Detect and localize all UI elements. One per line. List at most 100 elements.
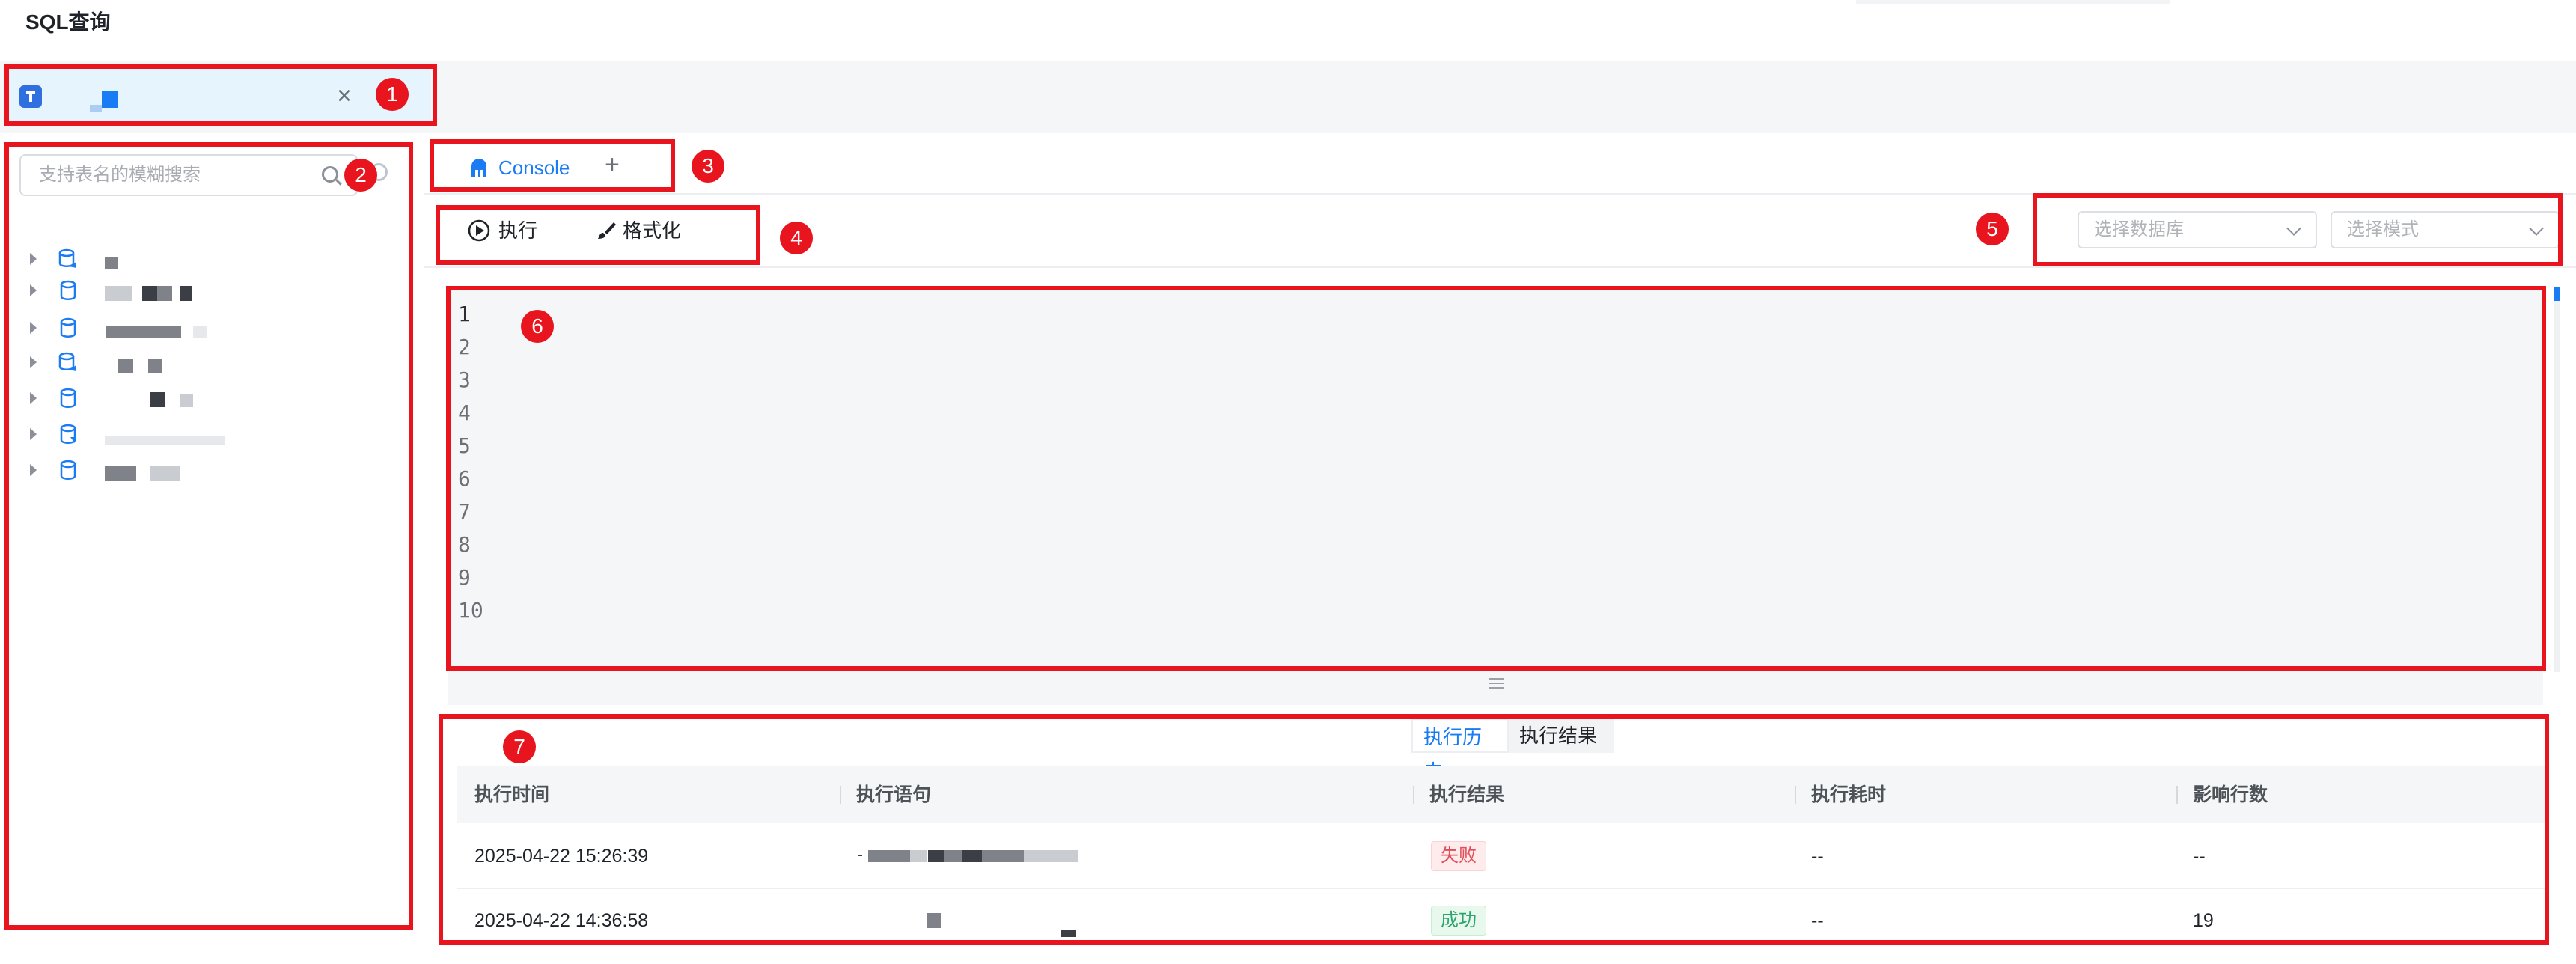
annotation-marker-1: 1 [376,78,409,111]
redacted-block [180,286,192,301]
annotation-marker-4: 4 [780,222,813,254]
table-header: 执行时间 执行语句 执行结果 执行耗时 影响行数 [457,766,2545,823]
table-search-box[interactable] [19,154,358,196]
status-badge-success: 成功 [1431,906,1486,936]
tree-item-database[interactable] [22,277,382,307]
caret-right-icon[interactable] [30,356,37,368]
format-button[interactable]: 格式化 [596,214,701,247]
redacted-block [90,105,102,112]
tab-execution-result[interactable]: 执行结果 [1509,719,1614,753]
column-separator [1795,786,1796,804]
editor-scrollbar[interactable] [2554,287,2560,672]
sql-code-input[interactable] [516,296,2533,663]
redacted-block [944,850,962,862]
database-select-placeholder: 选择数据库 [2094,219,2184,240]
redacted-block [102,91,118,108]
redacted-block [105,466,136,481]
editor-tabs-divider [424,193,2576,195]
database-icon [58,352,76,371]
database-icon [60,460,76,480]
redacted-block [105,286,132,301]
database-icon [60,424,76,444]
header-shadow [1856,0,2170,4]
redacted-block [148,359,162,373]
tree-item-database[interactable] [22,245,382,275]
database-icon [58,248,76,268]
chevron-down-icon [2286,221,2301,236]
annotation-marker-3: 3 [692,150,724,183]
database-icon [60,317,76,338]
tree-item-database[interactable] [22,457,382,486]
redacted-block [180,394,193,407]
annotation-marker-5: 5 [1976,213,2009,245]
redacted-block [1024,850,1078,862]
resize-handle[interactable] [448,671,2543,705]
table-row[interactable] [457,889,2545,952]
chevron-down-icon [2529,221,2544,236]
grip-icon [1489,678,1504,680]
redacted-block [868,850,910,862]
format-label: 格式化 [623,219,682,242]
redacted-block [150,466,180,481]
line-number: 2 [458,335,471,359]
schema-select-placeholder: 选择模式 [2347,219,2419,240]
column-separator [2176,786,2178,804]
redacted-block [928,850,944,862]
column-header: 执行时间 [474,784,550,805]
status-badge-failed: 失败 [1431,841,1486,871]
caret-right-icon[interactable] [30,464,37,476]
execute-button[interactable]: 执行 [467,214,557,247]
annotation-marker-2: 2 [344,159,377,192]
line-number: 4 [458,400,471,425]
redacted-block [105,436,225,445]
redacted-block [193,326,207,338]
column-header: 执行语句 [856,784,932,805]
editor-scrollbar-thumb[interactable] [2554,287,2560,301]
search-icon-handle [335,179,342,186]
column-header: 执行耗时 [1811,784,1887,805]
toolbar-divider [424,266,2576,268]
table-search-input[interactable] [37,156,317,195]
database-select[interactable]: 选择数据库 [2078,211,2317,248]
line-number: 6 [458,466,471,491]
redacted-block [157,286,172,301]
close-icon[interactable]: × [337,82,352,109]
line-number: 10 [458,598,483,623]
caret-right-icon[interactable] [30,284,37,296]
caret-right-icon[interactable] [30,253,37,265]
line-number: 3 [458,367,471,392]
redacted-block [1061,930,1076,937]
tree-item-database[interactable] [22,314,382,344]
redacted-block [142,286,157,301]
tree-item-database[interactable] [22,349,382,379]
database-icon [60,280,76,300]
column-separator [840,786,841,804]
brush-icon [598,222,616,239]
table-row[interactable] [457,825,2545,888]
connection-tab[interactable]: × [6,69,431,123]
caret-right-icon[interactable] [30,392,37,404]
tab-execution-history[interactable]: 执行历史 [1411,719,1509,783]
column-separator [1413,786,1414,804]
tab-console[interactable]: Console [458,145,608,190]
redacted-block [927,913,941,928]
redacted-block [910,850,927,862]
cell-duration: -- [1811,910,1824,931]
line-number: 7 [458,499,471,524]
add-tab-button[interactable]: + [605,150,620,180]
redacted-block [106,326,181,338]
caret-right-icon[interactable] [30,322,37,334]
cell-time: 2025-04-22 14:36:58 [474,910,649,931]
active-tab-indicator [458,189,590,192]
tab-console-label: Console [498,156,570,179]
tree-item-database[interactable] [22,385,382,415]
caret-right-icon[interactable] [30,428,37,440]
redacted-block [105,257,118,269]
line-number: 5 [458,433,471,458]
schema-select[interactable]: 选择模式 [2331,211,2560,248]
cell-affected: -- [2193,846,2206,867]
redacted-block [858,855,862,856]
annotation-marker-6: 6 [521,310,554,343]
tree-item-database[interactable] [22,421,382,451]
play-circle-icon [468,219,490,242]
